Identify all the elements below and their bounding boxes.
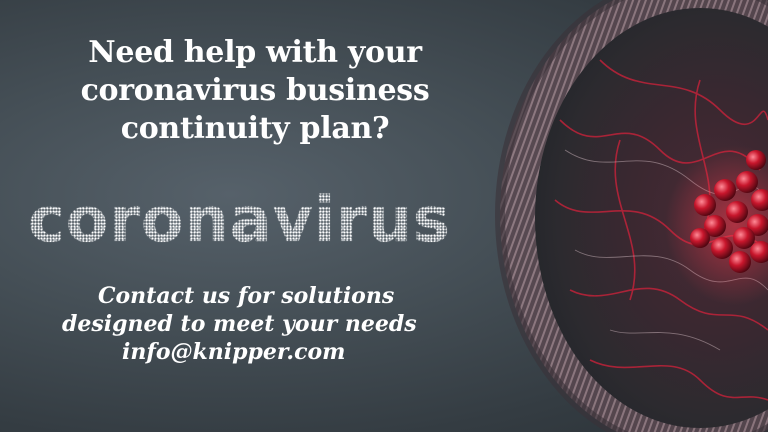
headline: Need help with your coronavirus business… (20, 34, 490, 148)
contact-email: info@knipper.com (122, 339, 346, 365)
contact-block: Contact us for solutions designed to mee… (62, 282, 482, 366)
promo-banner: Need help with your coronavirus business… (0, 0, 768, 432)
headline-line-1: Need help with your (88, 35, 422, 70)
headline-line-2: coronavirus business (80, 73, 430, 108)
contact-line-2: designed to meet your needs (62, 311, 417, 337)
coronavirus-word-art: coronavirus (28, 180, 498, 260)
contact-line-1: Contact us for solutions (98, 283, 395, 309)
headline-line-3: continuity plan? (120, 111, 390, 146)
